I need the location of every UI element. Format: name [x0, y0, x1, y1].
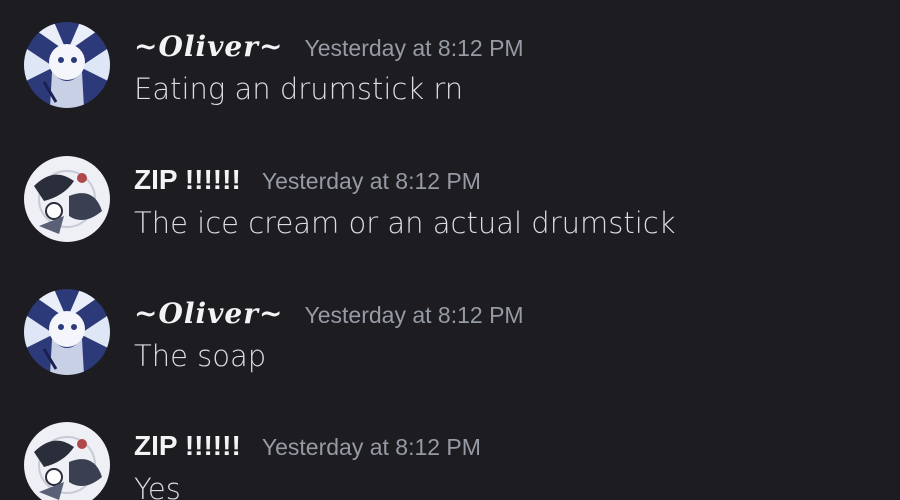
- avatar[interactable]: [24, 422, 110, 500]
- username[interactable]: ZIP !!!!!!: [134, 430, 241, 461]
- timestamp: Yesterday at 8:12 PM: [304, 302, 524, 328]
- message-item[interactable]: ~Oliver~ Yesterday at 8:12 PM Eating an …: [0, 0, 900, 110]
- timestamp: Yesterday at 8:12 PM: [304, 35, 524, 61]
- message-item[interactable]: ZIP !!!!!! Yesterday at 8:12 PM The ice …: [0, 134, 900, 244]
- zip-avatar-icon: [24, 156, 110, 242]
- avatar[interactable]: [24, 22, 110, 108]
- username[interactable]: ZIP !!!!!!: [134, 164, 241, 195]
- message-item[interactable]: ZIP !!!!!! Yesterday at 8:12 PM Yes: [0, 400, 900, 500]
- message-item[interactable]: ~Oliver~ Yesterday at 8:12 PM The soap: [0, 267, 900, 377]
- username[interactable]: ~Oliver~: [134, 297, 283, 330]
- message-text: Eating an drumstick rn: [134, 72, 464, 106]
- message-text: The soap: [134, 339, 267, 373]
- message-text: Yes: [134, 472, 181, 500]
- zip-avatar-icon: [24, 422, 110, 500]
- username[interactable]: ~Oliver~: [134, 30, 283, 63]
- avatar[interactable]: [24, 289, 110, 375]
- timestamp: Yesterday at 8:12 PM: [261, 168, 481, 194]
- oliver-avatar-icon: [24, 22, 110, 108]
- message-list: ~Oliver~ Yesterday at 8:12 PM Eating an …: [0, 0, 900, 500]
- message-text: The ice cream or an actual drumstick: [134, 206, 676, 240]
- oliver-avatar-icon: [24, 289, 110, 375]
- avatar[interactable]: [24, 156, 110, 242]
- timestamp: Yesterday at 8:12 PM: [261, 434, 481, 460]
